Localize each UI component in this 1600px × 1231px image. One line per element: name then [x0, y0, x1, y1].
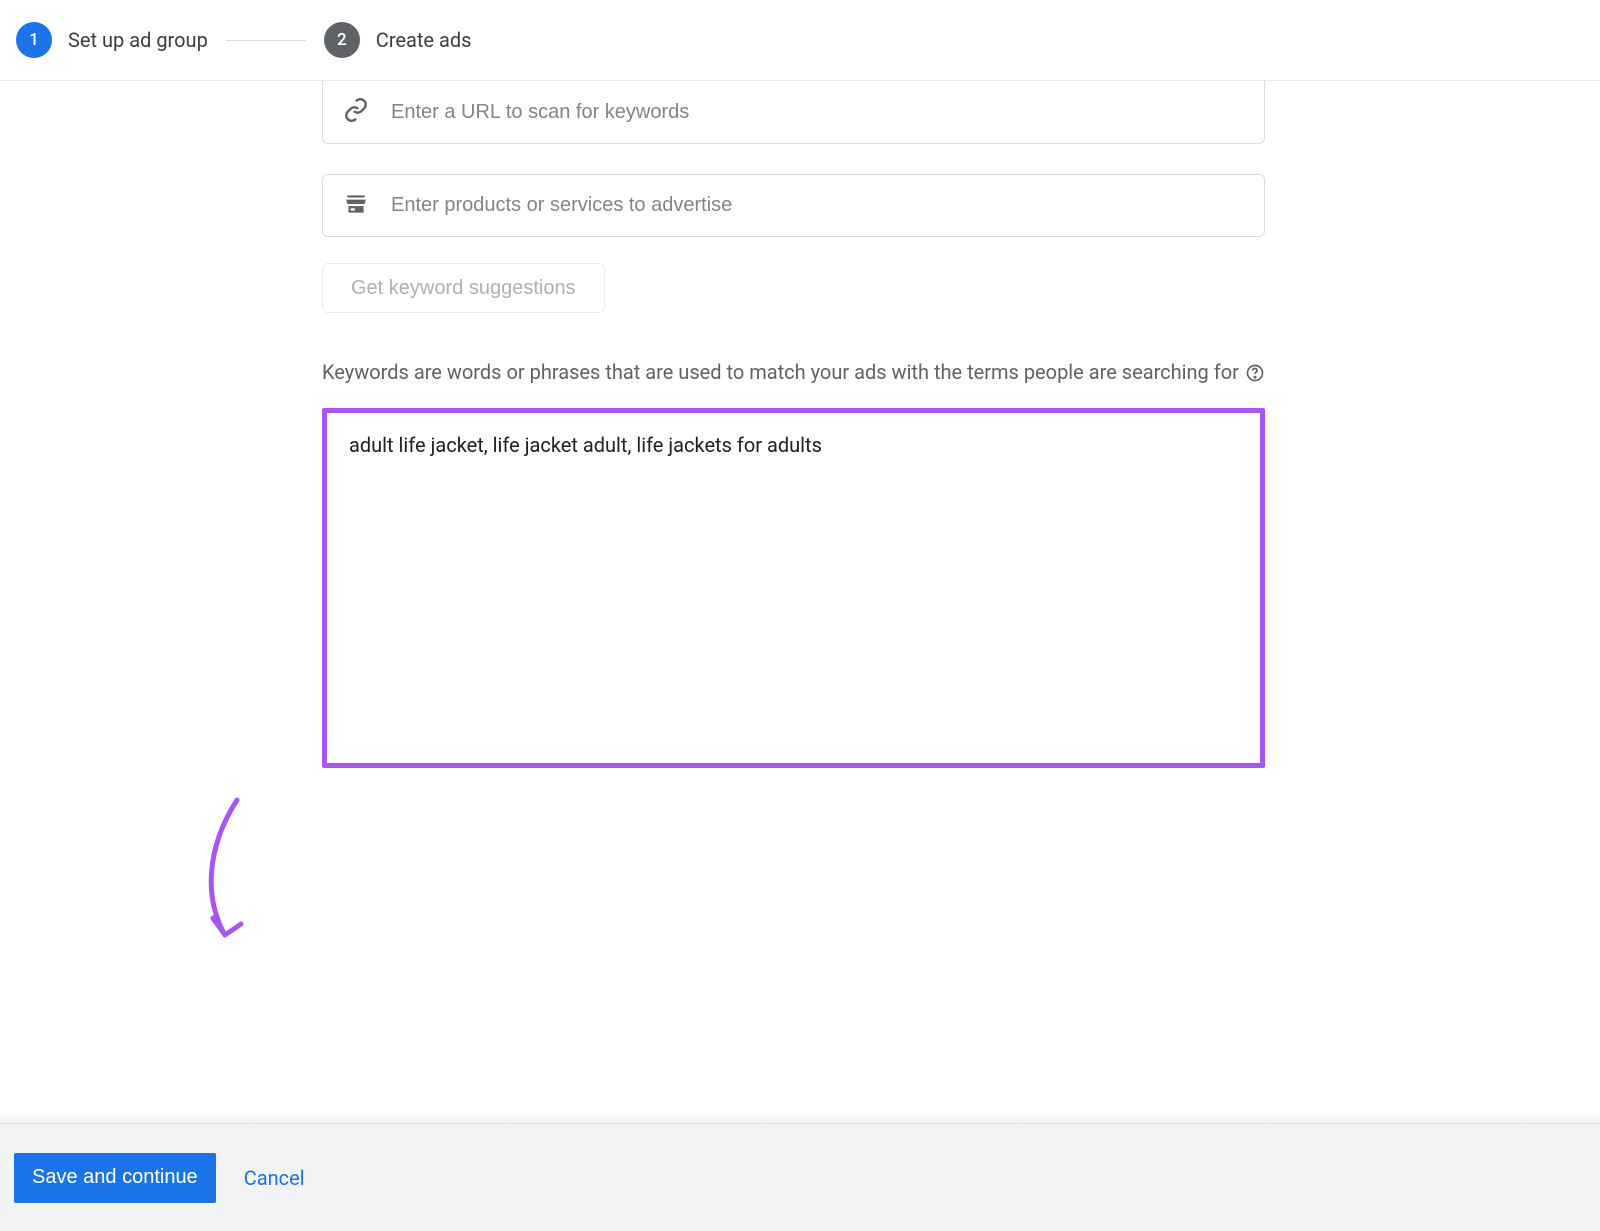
helper-text-content: Keywords are words or phrases that are u…: [322, 357, 1239, 388]
keywords-textarea[interactable]: adult life jacket, life jacket adult, li…: [322, 408, 1265, 768]
step-2[interactable]: 2 Create ads: [324, 22, 472, 58]
footer-shadow: [0, 1113, 1600, 1123]
step-2-label: Create ads: [376, 28, 472, 52]
stepper-header: 1 Set up ad group 2 Create ads: [0, 0, 1600, 81]
annotation-arrow: [195, 790, 315, 970]
step-1-circle: 1: [16, 22, 52, 58]
url-input[interactable]: [391, 101, 1244, 124]
storefront-icon: [343, 191, 369, 221]
products-input-row[interactable]: [322, 174, 1265, 237]
url-input-row[interactable]: [322, 81, 1265, 144]
get-suggestions-button[interactable]: Get keyword suggestions: [322, 263, 605, 313]
keywords-helper-text: Keywords are words or phrases that are u…: [322, 357, 1265, 388]
help-icon[interactable]: [1245, 363, 1265, 383]
link-icon: [343, 97, 369, 127]
cancel-button[interactable]: Cancel: [244, 1166, 305, 1190]
step-1[interactable]: 1 Set up ad group: [16, 22, 208, 58]
main-content: Get keyword suggestions Keywords are wor…: [0, 81, 1600, 768]
footer-bar: Save and continue Cancel: [0, 1123, 1600, 1231]
step-1-label: Set up ad group: [68, 28, 208, 52]
products-input[interactable]: [391, 194, 1244, 217]
save-and-continue-button[interactable]: Save and continue: [14, 1153, 216, 1203]
step-2-circle: 2: [324, 22, 360, 58]
step-connector: [226, 40, 306, 41]
